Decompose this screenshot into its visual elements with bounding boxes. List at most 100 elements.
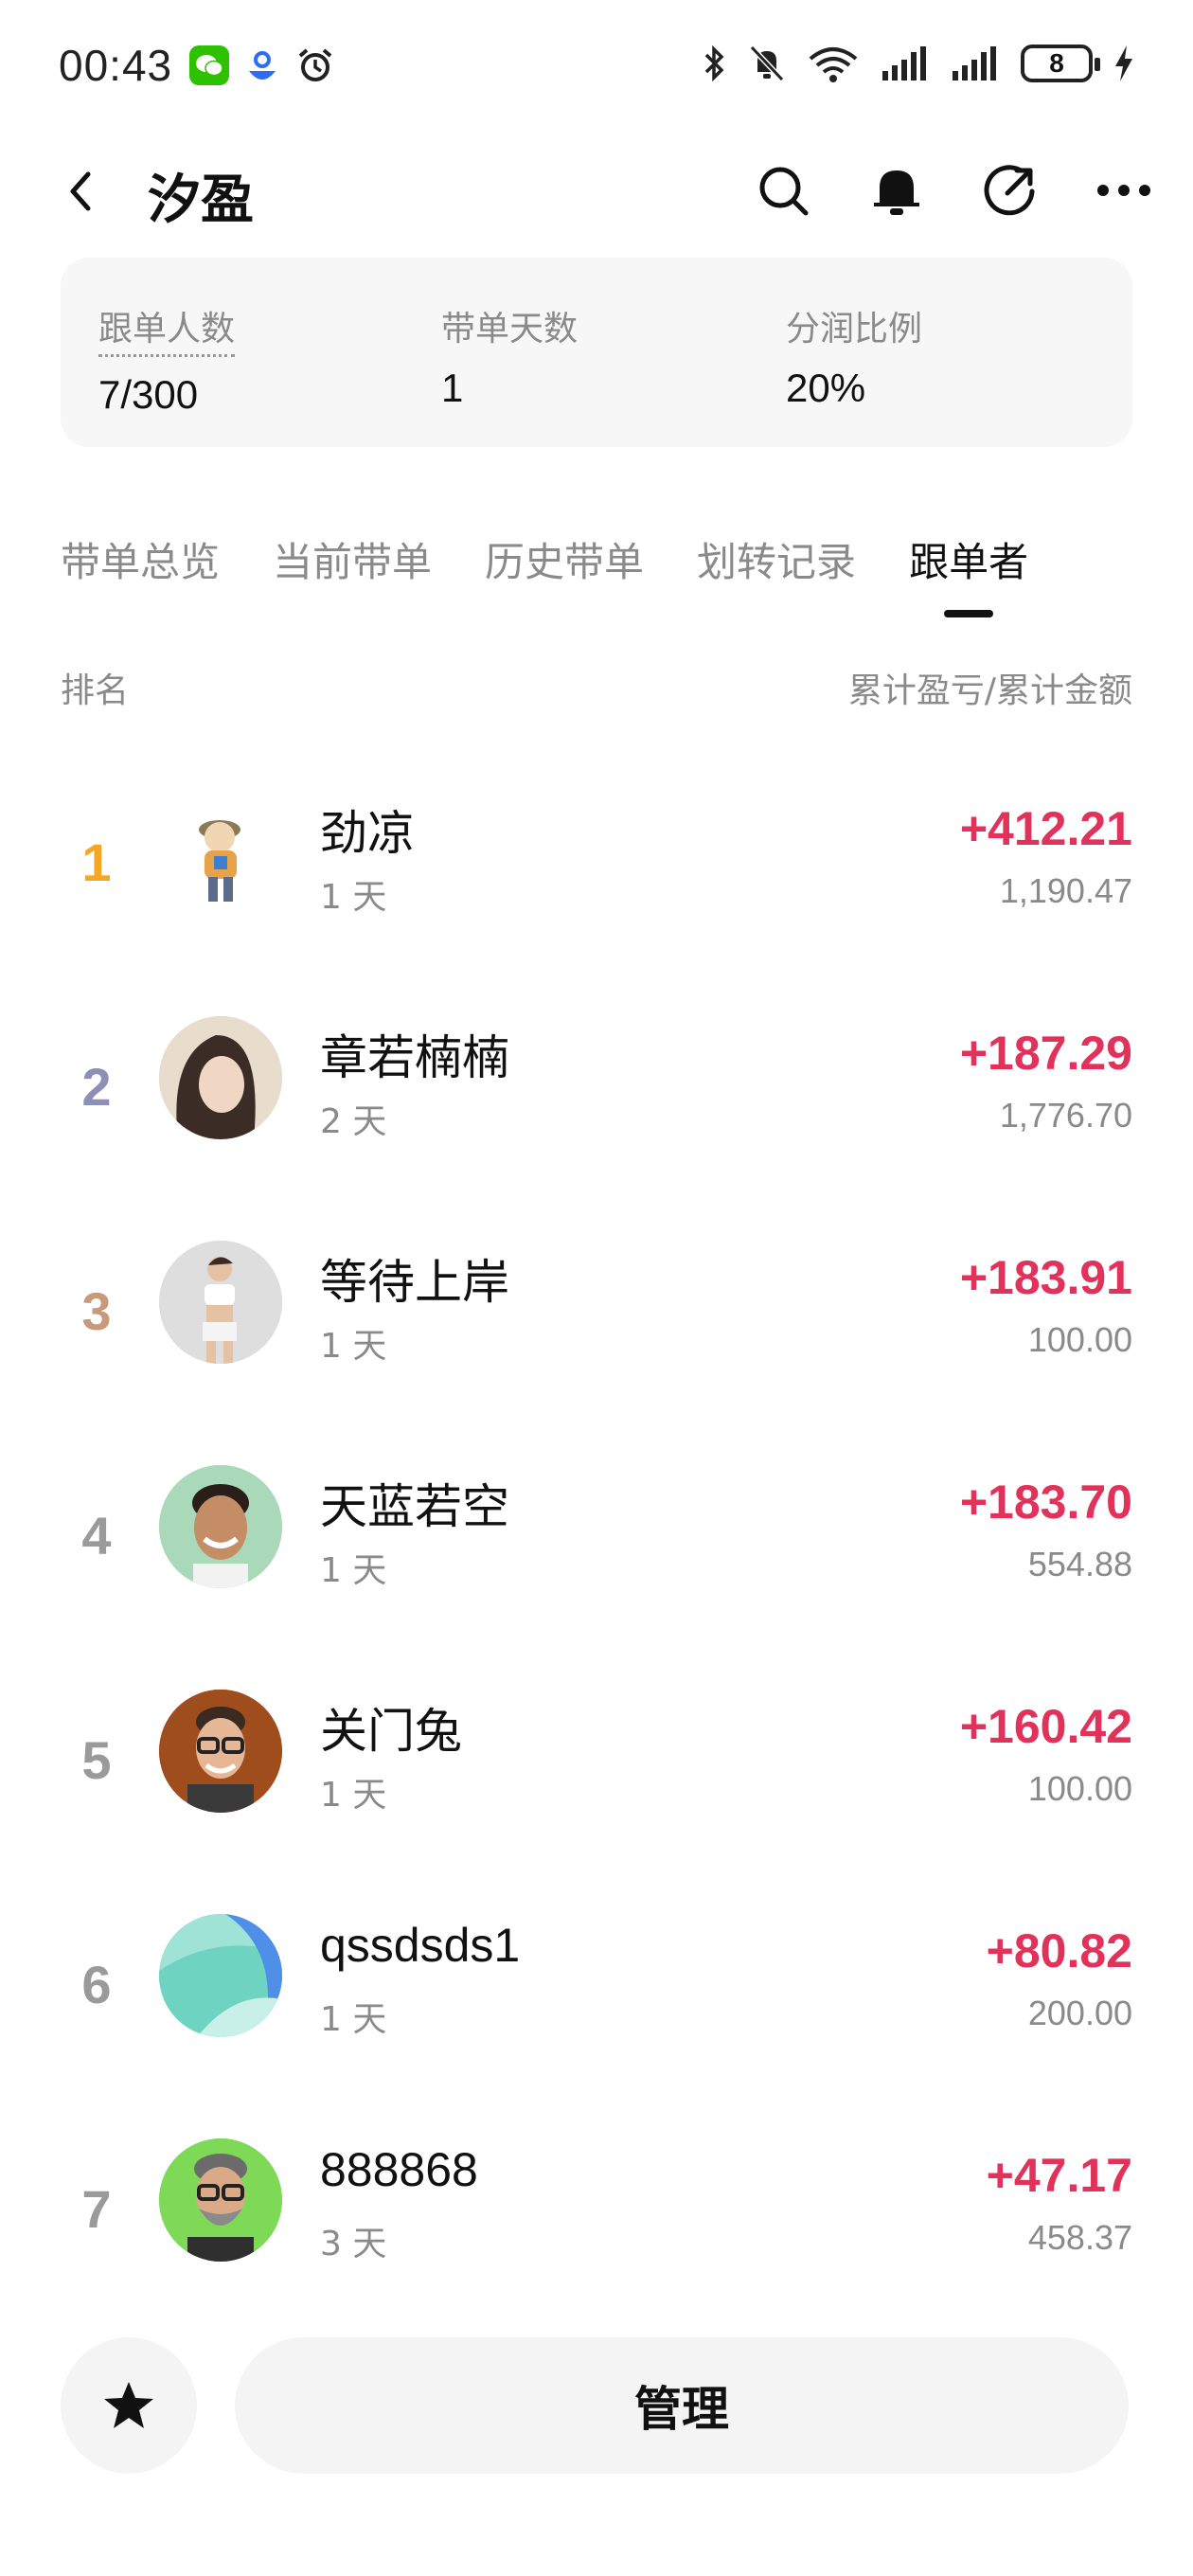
wifi-icon (809, 47, 858, 82)
list-header: 排名 累计盈亏/累计金额 (61, 663, 1132, 720)
header-actions (754, 161, 1153, 220)
search-button[interactable] (754, 161, 812, 220)
follower-list: 1 劲凉 1 天 +412.21 1,190.47 2 章若楠楠 2 天 +18… (0, 746, 1193, 2317)
follower-amount: 1,190.47 (999, 871, 1132, 910)
charging-icon (1115, 45, 1132, 81)
bearded-man-avatar (159, 2138, 282, 2262)
stat-value: 20% (786, 366, 866, 410)
tab-history-lead[interactable]: 历史带单 (485, 530, 644, 635)
signal-icon (953, 46, 996, 80)
share-icon (984, 165, 1035, 216)
rank-number: 5 (81, 1730, 112, 1790)
follower-pnl: +47.17 (986, 2149, 1132, 2202)
follower-name: 888868 (320, 2143, 478, 2196)
abstract-teal-avatar (159, 1914, 282, 2037)
follower-days: 1 天 (320, 878, 387, 917)
smiling-man-avatar (159, 1465, 282, 1588)
follower-name: 等待上岸 (320, 1256, 509, 1309)
follower-row[interactable]: 2 章若楠楠 2 天 +187.29 1,776.70 (0, 971, 1193, 1195)
follower-name: qssdsds1 (320, 1919, 521, 1972)
more-button[interactable] (1095, 161, 1153, 220)
tab-current-lead[interactable]: 当前带单 (273, 530, 432, 635)
rank-number: 2 (81, 1057, 112, 1117)
tab-lead-overview[interactable]: 带单总览 (61, 530, 220, 635)
pnl-column-header: 累计盈亏/累计金额 (847, 671, 1132, 710)
follower-amount: 200.00 (1027, 1994, 1132, 2032)
follower-row[interactable]: 3 等待上岸 1 天 +183.91 100.00 (0, 1195, 1193, 1420)
rank-number: 3 (81, 1281, 112, 1341)
tab-bar: 带单总览 当前带单 历史带单 划转记录 跟单者 (61, 530, 1140, 635)
follower-amount: 458.37 (1027, 2218, 1132, 2257)
cartoon-boy-avatar (159, 792, 282, 915)
tab-transfer-records[interactable]: 划转记录 (697, 530, 856, 635)
follower-days: 1 天 (320, 1776, 387, 1815)
baidu-icon (242, 45, 282, 85)
bottom-action-bar: 管理 (0, 2330, 1193, 2519)
follower-pnl: +80.82 (986, 1924, 1132, 1977)
stat-lead-days: 带单天数 1 (441, 301, 578, 411)
follower-amount: 100.00 (1027, 1769, 1132, 1808)
stat-label: 分润比例 (786, 310, 923, 349)
follower-pnl: +183.70 (959, 1476, 1132, 1529)
stat-profit-share: 分润比例 20% (786, 301, 922, 411)
follower-pnl: +183.91 (959, 1251, 1132, 1304)
follower-name: 劲凉 (320, 807, 415, 860)
manage-button[interactable]: 管理 (235, 2337, 1129, 2474)
follower-row[interactable]: 5 关门兔 1 天 +160.42 100.00 (0, 1644, 1193, 1869)
mute-icon (749, 45, 785, 82)
follower-name: 天蓝若空 (320, 1480, 509, 1533)
follower-pnl: +187.29 (959, 1027, 1132, 1080)
rank-number: 6 (81, 1955, 112, 2014)
battery-icon: 8 (1021, 45, 1100, 82)
favorite-button[interactable] (61, 2337, 197, 2474)
stat-value: 7/300 (98, 372, 199, 417)
back-button[interactable] (51, 163, 108, 220)
notification-button[interactable] (867, 161, 926, 220)
follower-days: 1 天 (320, 2000, 387, 2039)
follower-amount: 1,776.70 (999, 1096, 1132, 1135)
follower-amount: 554.88 (1027, 1545, 1132, 1583)
follower-days: 1 天 (320, 1327, 387, 1366)
status-bar: 00:43 8 (0, 0, 1193, 133)
man-glasses-avatar (159, 1690, 282, 1813)
stat-follower-count: 跟单人数 7/300 (98, 301, 236, 418)
bell-icon (874, 170, 919, 215)
rank-number: 1 (81, 832, 112, 892)
rank-number: 7 (81, 2179, 112, 2239)
status-app-icons (189, 45, 335, 85)
follower-pnl: +160.42 (959, 1700, 1132, 1753)
battery-level: 8 (1049, 48, 1064, 78)
follower-amount: 100.00 (1027, 1320, 1132, 1359)
follower-name: 章若楠楠 (320, 1031, 509, 1084)
search-icon (759, 167, 809, 216)
follower-row[interactable]: 6 qssdsds1 1 天 +80.82 200.00 (0, 1869, 1193, 2093)
bluetooth-icon (704, 45, 724, 82)
follower-days: 2 天 (320, 1102, 387, 1141)
wechat-icon (189, 45, 229, 85)
follower-days: 1 天 (320, 1551, 387, 1590)
follower-row[interactable]: 1 劲凉 1 天 +412.21 1,190.47 (0, 746, 1193, 971)
stat-label: 带单天数 (441, 310, 579, 349)
more-icon (1097, 185, 1150, 196)
stats-card: 跟单人数 7/300 带单天数 1 分润比例 20% (61, 258, 1132, 447)
page-title: 汐盈 (148, 170, 254, 231)
star-icon (104, 2382, 153, 2428)
back-chevron-icon (70, 171, 91, 211)
stat-label[interactable]: 跟单人数 (98, 301, 236, 357)
follower-row[interactable]: 4 天蓝若空 1 天 +183.70 554.88 (0, 1420, 1193, 1644)
rank-column-header: 排名 (61, 671, 130, 710)
status-right-icons: 8 (703, 44, 1134, 83)
share-button[interactable] (981, 161, 1040, 220)
rank-number: 4 (81, 1506, 112, 1565)
woman-fitness-avatar (159, 1241, 282, 1364)
follower-days: 3 天 (320, 2225, 387, 2263)
follower-pnl: +412.21 (959, 802, 1132, 855)
follower-name: 关门兔 (320, 1705, 462, 1758)
status-time: 00:43 (59, 41, 173, 90)
stat-value: 1 (441, 366, 464, 410)
follower-row[interactable]: 7 888868 3 天 +47.17 458.37 (0, 2093, 1193, 2317)
tab-followers[interactable]: 跟单者 (909, 530, 1028, 635)
woman-photo-avatar (159, 1016, 282, 1139)
page-header: 汐盈 (0, 142, 1193, 246)
signal-icon (882, 46, 926, 80)
